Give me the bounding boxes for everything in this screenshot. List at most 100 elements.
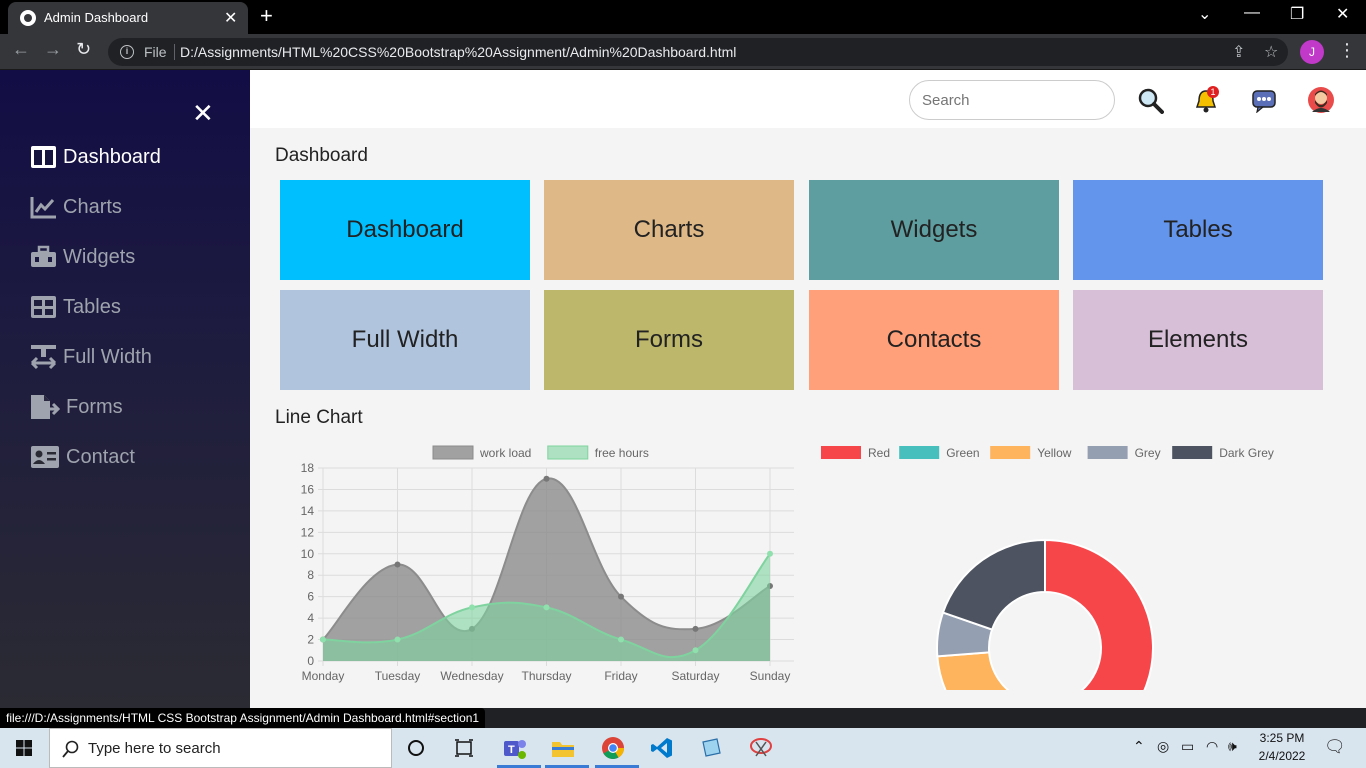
data-point: [394, 636, 401, 643]
y-tick-label: 2: [307, 633, 314, 647]
legend-label: free hours: [595, 446, 649, 460]
file-export-icon: [31, 395, 60, 419]
notepad-icon[interactable]: [693, 732, 729, 764]
sidebar-item-label: Dashboard: [63, 145, 161, 168]
donut-slice: [1044, 538, 1154, 690]
info-icon[interactable]: i: [120, 45, 134, 59]
vscode-icon[interactable]: [644, 732, 680, 764]
back-button[interactable]: ←: [12, 39, 30, 60]
card-dashboard[interactable]: Dashboard: [280, 180, 530, 280]
clock-date[interactable]: 2/4/2022: [1254, 749, 1310, 763]
tab-title: Admin Dashboard: [44, 10, 149, 25]
forward-button[interactable]: →: [44, 39, 62, 60]
data-point: [543, 604, 550, 611]
tab-search-chevron-icon[interactable]: ⌄: [1198, 4, 1211, 24]
card-forms[interactable]: Forms: [544, 290, 794, 390]
snipping-tool-icon[interactable]: [743, 732, 779, 764]
clock-time[interactable]: 3:25 PM: [1254, 731, 1310, 745]
line-chart-icon: [30, 197, 56, 219]
task-view-icon[interactable]: [446, 732, 482, 764]
bell-icon[interactable]: 1: [1193, 86, 1219, 119]
legend-label: work load: [479, 446, 531, 460]
taskbar-search-box[interactable]: Type here to search: [49, 728, 392, 768]
user-avatar-icon[interactable]: [1307, 86, 1335, 119]
top-navbar: 1: [250, 70, 1366, 128]
y-tick-label: 8: [307, 568, 314, 582]
close-tab-icon[interactable]: ✕: [224, 8, 237, 28]
search-input[interactable]: [909, 80, 1115, 120]
minimize-button[interactable]: —: [1244, 4, 1260, 22]
wifi-icon[interactable]: ◠: [1206, 738, 1218, 755]
data-point: [767, 550, 773, 557]
legend-label: Red: [868, 446, 890, 460]
card-charts[interactable]: Charts: [544, 180, 794, 280]
toolbox-icon: [31, 245, 56, 267]
sidebar-item-label: Widgets: [63, 245, 136, 268]
line-chart: 0 2 4 6 8 10 12 14 16 18 Monday Tuesday Wednesday Thu…: [301, 445, 794, 683]
data-point: [692, 625, 699, 632]
file-explorer-icon[interactable]: [545, 732, 589, 768]
windows-start-icon[interactable]: [16, 740, 32, 756]
card-full-width[interactable]: Full Width: [280, 290, 530, 390]
notification-center-icon[interactable]: 🗨: [1324, 737, 1346, 757]
x-tick-label: Tuesday: [375, 669, 421, 683]
close-window-button[interactable]: ✕: [1336, 4, 1349, 24]
profile-avatar[interactable]: J: [1300, 40, 1324, 64]
reload-button[interactable]: ↻: [76, 39, 91, 60]
address-bar: ← → ↻ i File D:/Assignments/HTML%20CSS%2…: [0, 34, 1366, 70]
teams-app-icon[interactable]: T: [497, 732, 541, 768]
legend-label: Grey: [1135, 446, 1161, 460]
search-icon[interactable]: [1138, 88, 1164, 119]
legend-label: Yellow: [1037, 446, 1072, 460]
omnibox[interactable]: i File D:/Assignments/HTML%20CSS%20Boots…: [108, 38, 1288, 66]
globe-icon: [20, 10, 36, 26]
legend-swatch: [1172, 446, 1213, 459]
battery-icon[interactable]: ▭: [1181, 738, 1194, 755]
sidebar-item-full-width[interactable]: Full Width: [30, 341, 152, 373]
sidebar-item-label: Tables: [63, 295, 121, 318]
volume-icon[interactable]: 🕪: [1228, 738, 1237, 755]
card-elements[interactable]: Elements: [1073, 290, 1323, 390]
bookmark-star-icon[interactable]: ☆: [1264, 42, 1278, 62]
browser-tab[interactable]: Admin Dashboard ✕: [8, 2, 248, 34]
search-icon: [62, 740, 79, 758]
legend-swatch: [899, 446, 940, 459]
close-icon[interactable]: ✕: [192, 98, 214, 129]
browser-menu-icon[interactable]: ⋮: [1338, 40, 1356, 61]
legend-swatch: [821, 446, 861, 459]
legend-label: Green: [946, 446, 979, 460]
card-widgets[interactable]: Widgets: [809, 180, 1059, 280]
file-label: File: [144, 44, 167, 60]
data-point: [618, 636, 624, 643]
x-tick-label: Sunday: [750, 669, 791, 683]
y-tick-label: 10: [301, 547, 315, 561]
sidebar-item-tables[interactable]: Tables: [30, 291, 121, 323]
data-point: [543, 475, 550, 482]
legend-swatch: [432, 445, 474, 460]
y-tick-label: 14: [301, 504, 315, 518]
sidebar-item-charts[interactable]: Charts: [30, 191, 122, 223]
main-content: 1 Dashboard Dashboard Charts Widgets Tab…: [250, 70, 1366, 708]
contact-card-icon: [31, 446, 59, 468]
sidebar-item-widgets[interactable]: Widgets: [30, 241, 135, 273]
new-tab-button[interactable]: +: [260, 3, 273, 29]
cortana-icon[interactable]: [398, 732, 434, 764]
url-text[interactable]: D:/Assignments/HTML%20CSS%20Bootstrap%20…: [180, 44, 736, 60]
status-bar-url: file:///D:/Assignments/HTML CSS Bootstra…: [0, 708, 486, 728]
share-icon[interactable]: ⇪: [1232, 42, 1245, 62]
chrome-icon[interactable]: [595, 732, 639, 768]
donut-slice: [941, 538, 1046, 631]
card-tables[interactable]: Tables: [1073, 180, 1323, 280]
chat-icon[interactable]: [1251, 89, 1277, 118]
page-title: Dashboard: [275, 145, 368, 166]
restore-button[interactable]: ❐: [1290, 4, 1304, 24]
sidebar-item-forms[interactable]: Forms: [30, 391, 123, 423]
show-hidden-icons-chevron[interactable]: ⌃: [1133, 738, 1145, 755]
y-tick-label: 18: [301, 461, 315, 475]
sidebar-item-dashboard[interactable]: Dashboard: [30, 141, 161, 173]
sidebar-item-label: Forms: [66, 395, 123, 418]
sidebar-item-contact[interactable]: Contact: [30, 441, 135, 473]
x-tick-label: Wednesday: [440, 669, 503, 683]
card-contacts[interactable]: Contacts: [809, 290, 1059, 390]
meet-now-icon[interactable]: ◎: [1157, 738, 1169, 755]
